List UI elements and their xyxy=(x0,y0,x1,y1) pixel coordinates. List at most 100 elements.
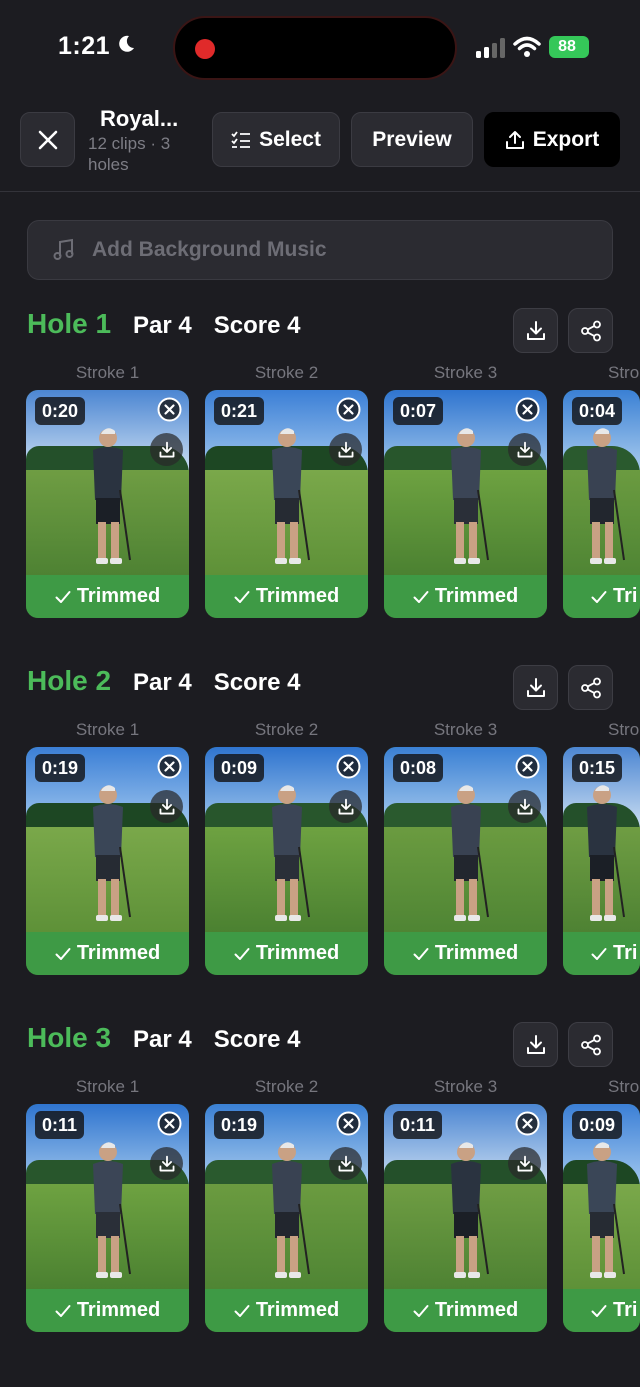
add-background-music-button[interactable]: Add Background Music xyxy=(27,220,613,280)
trimmed-badge: Trimmed xyxy=(205,1289,368,1332)
hole-score: Score 4 xyxy=(213,312,301,339)
clip-card[interactable]: 0:09 Tri xyxy=(563,1104,640,1332)
golfer-figure xyxy=(92,428,131,564)
clip-card[interactable]: 0:20 Trimmed xyxy=(26,390,189,618)
trimmed-badge: Tri xyxy=(563,932,640,975)
check-icon xyxy=(413,947,429,960)
hole-download-button[interactable] xyxy=(513,665,558,710)
trimmed-badge: Trimmed xyxy=(26,932,189,975)
remove-clip-icon[interactable] xyxy=(515,754,540,779)
clip-download-button[interactable] xyxy=(329,433,362,466)
close-icon xyxy=(38,130,57,149)
clip-duration: 0:09 xyxy=(572,1111,623,1139)
round-title: Royal... xyxy=(100,106,179,131)
remove-clip-icon[interactable] xyxy=(157,754,182,779)
check-icon xyxy=(413,590,429,603)
stroke-label: Stroke 1 xyxy=(75,720,140,739)
stroke-label: Stro xyxy=(608,363,640,382)
close-button[interactable] xyxy=(20,112,75,167)
preview-button[interactable]: Preview xyxy=(351,112,473,167)
trimmed-label: Trimmed xyxy=(434,942,519,964)
hole-download-button[interactable] xyxy=(513,1022,558,1067)
clip-download-button[interactable] xyxy=(508,790,541,823)
stroke-label: Stro xyxy=(608,1077,640,1096)
hole-share-button[interactable] xyxy=(568,308,613,353)
trimmed-label: Trimmed xyxy=(76,1299,161,1321)
check-icon xyxy=(55,590,71,603)
clip-card[interactable]: 0:08 Trimmed xyxy=(384,747,547,975)
clip-card[interactable]: 0:15 Tri xyxy=(563,747,640,975)
clip-duration: 0:19 xyxy=(214,1111,265,1139)
golfer-figure xyxy=(586,428,625,564)
share-icon xyxy=(580,320,601,341)
share-icon xyxy=(580,677,601,698)
remove-clip-icon[interactable] xyxy=(515,397,540,422)
remove-clip-icon[interactable] xyxy=(515,1111,540,1136)
download-icon xyxy=(338,1155,353,1171)
clip-card[interactable]: 0:11 Trimmed xyxy=(26,1104,189,1332)
signal-icon xyxy=(476,38,505,58)
clip-duration: 0:20 xyxy=(35,397,86,425)
hole-score: Score 4 xyxy=(213,1026,301,1053)
remove-clip-icon[interactable] xyxy=(336,1111,361,1136)
remove-clip-icon[interactable] xyxy=(157,397,182,422)
select-button[interactable]: Select xyxy=(212,112,340,167)
hole-name: Hole 3 xyxy=(27,1022,112,1053)
export-button[interactable]: Export xyxy=(484,112,620,167)
clip-card[interactable]: 0:11 Trimmed xyxy=(384,1104,547,1332)
trimmed-label: Tri xyxy=(613,585,638,607)
clip-card[interactable]: 0:09 Trimmed xyxy=(205,747,368,975)
stroke-label: Stroke 2 xyxy=(254,1077,319,1096)
clip-duration: 0:21 xyxy=(214,397,265,425)
clip-card[interactable]: 0:07 Trimmed xyxy=(384,390,547,618)
download-icon xyxy=(338,441,353,457)
export-label: Export xyxy=(532,127,600,151)
clip-duration: 0:15 xyxy=(572,754,623,782)
clip-card[interactable]: 0:21 Trimmed xyxy=(205,390,368,618)
hole-name: Hole 1 xyxy=(27,308,112,339)
remove-clip-icon[interactable] xyxy=(157,1111,182,1136)
clip-card[interactable]: 0:19 Trimmed xyxy=(205,1104,368,1332)
clip-card[interactable]: 0:19 Trimmed xyxy=(26,747,189,975)
stroke-label: Stroke 3 xyxy=(433,720,498,739)
check-icon xyxy=(55,1304,71,1317)
clip-download-button[interactable] xyxy=(329,790,362,823)
remove-clip-icon[interactable] xyxy=(336,397,361,422)
battery-level: 88 xyxy=(558,38,576,55)
download-icon xyxy=(526,320,545,340)
check-icon xyxy=(55,947,71,960)
stroke-label: Stroke 3 xyxy=(433,363,498,382)
music-placeholder: Add Background Music xyxy=(92,238,327,261)
editor-header: Royal... 12 clips · 3 holes Select Previ… xyxy=(0,104,640,192)
download-icon xyxy=(159,1155,174,1171)
clip-download-button[interactable] xyxy=(508,1147,541,1180)
clip-card[interactable]: 0:04 Tri xyxy=(563,390,640,618)
trimmed-label: Trimmed xyxy=(434,585,519,607)
checklist-icon xyxy=(231,130,251,148)
remove-clip-icon[interactable] xyxy=(336,754,361,779)
hole-download-button[interactable] xyxy=(513,308,558,353)
check-icon xyxy=(234,590,250,603)
hole-share-button[interactable] xyxy=(568,665,613,710)
clip-duration: 0:08 xyxy=(393,754,444,782)
golfer-figure xyxy=(92,1142,131,1278)
battery-indicator: 88 xyxy=(549,36,589,58)
clip-download-button[interactable] xyxy=(508,433,541,466)
clip-download-button[interactable] xyxy=(150,1147,183,1180)
hole-share-button[interactable] xyxy=(568,1022,613,1067)
stroke-label: Stroke 2 xyxy=(254,363,319,382)
preview-label: Preview xyxy=(372,127,452,151)
download-icon xyxy=(526,1034,545,1054)
hole-header: Hole 2 Par 4 Score 4 xyxy=(27,665,300,709)
hole-name: Hole 2 xyxy=(27,665,112,696)
trimmed-badge: Trimmed xyxy=(205,932,368,975)
clip-download-button[interactable] xyxy=(150,790,183,823)
clip-download-button[interactable] xyxy=(150,433,183,466)
recording-dot-icon xyxy=(195,39,215,59)
hole-par: Par 4 xyxy=(133,312,192,339)
trimmed-badge: Trimmed xyxy=(384,575,547,618)
download-icon xyxy=(526,677,545,697)
trimmed-badge: Tri xyxy=(563,575,640,618)
clip-download-button[interactable] xyxy=(329,1147,362,1180)
trimmed-badge: Trimmed xyxy=(205,575,368,618)
